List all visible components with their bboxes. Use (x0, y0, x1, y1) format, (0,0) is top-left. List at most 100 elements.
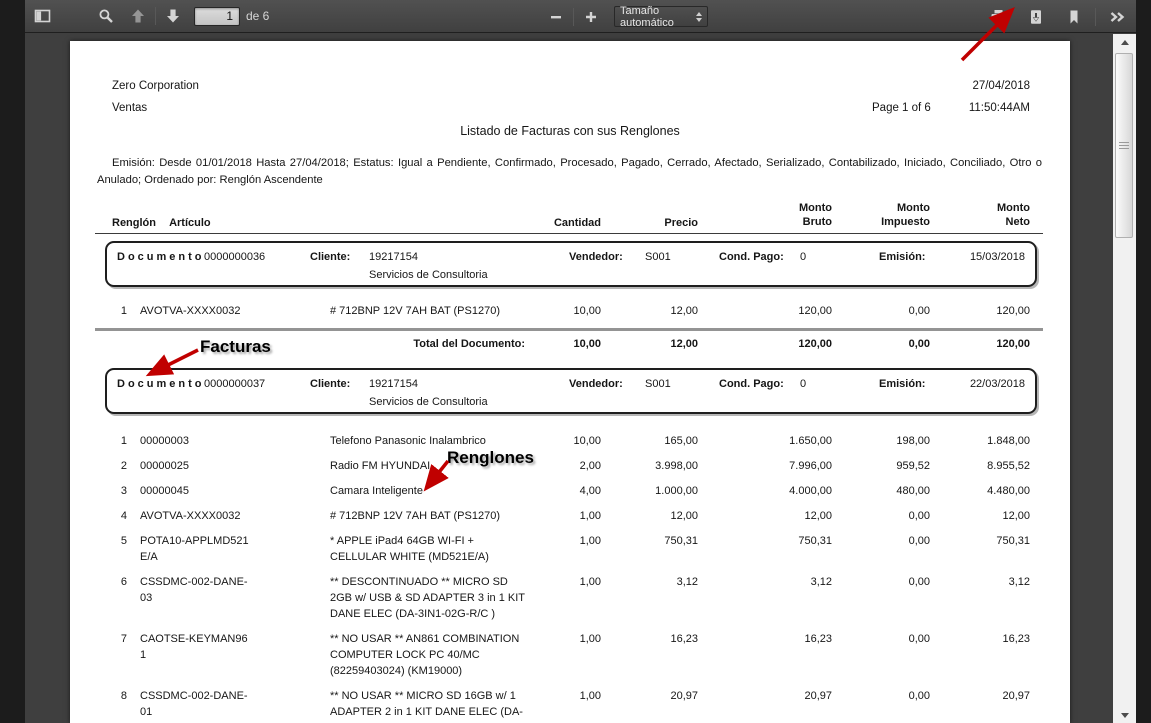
monto-neto-value: 3,12 (930, 574, 1030, 590)
plus-icon (583, 9, 599, 25)
download-icon (1028, 9, 1044, 25)
precio-value: 12,00 (601, 508, 698, 524)
search-icon (98, 8, 114, 24)
pdf-page: Zero Corporation 27/04/2018 Ventas Page … (70, 41, 1070, 723)
annotation-arrow-facturas (138, 343, 208, 383)
document-number: 0000000036 (204, 251, 265, 263)
monto-neto-value: 4.480,00 (930, 483, 1030, 499)
article-description: ** DESCONTINUADO ** MICRO SD 2GB w/ USB … (325, 574, 530, 622)
cliente-code: 19217154 (369, 378, 418, 390)
zoom-in-button[interactable] (578, 5, 604, 29)
previous-page-button[interactable] (125, 4, 151, 28)
sidebar-icon (34, 8, 51, 24)
cond-pago-value: 0 (800, 251, 806, 263)
monto-impuesto-value: 0,00 (832, 533, 930, 549)
column-header-renglon: Renglón (112, 217, 156, 229)
precio-value: 12,00 (601, 303, 698, 319)
scrollbar-grip-icon (1119, 145, 1129, 146)
column-header-monto-bruto: MontoBruto (698, 201, 832, 229)
monto-impuesto-value: 0,00 (832, 303, 930, 319)
arrow-up-icon (130, 8, 146, 24)
monto-impuesto-value: 0,00 (832, 688, 930, 704)
cliente-label: Cliente: (310, 251, 350, 263)
monto-impuesto-value: 480,00 (832, 483, 930, 499)
scrollbar-up-button[interactable] (1113, 34, 1136, 50)
bookmark-icon (1066, 9, 1082, 25)
report-title: Listado de Facturas con sus Renglones (70, 124, 1070, 138)
next-page-button[interactable] (160, 4, 186, 28)
vendedor-label: Vendedor: (569, 378, 623, 390)
monto-neto-value: 8.955,52 (930, 458, 1030, 474)
monto-bruto-value: 4.000,00 (698, 483, 832, 499)
table-row: 300000045Camara Inteligente4,001.000,004… (70, 483, 1070, 499)
total-monto-neto: 120,00 (930, 336, 1030, 352)
article-description: ** NO USAR ** MICRO SD 16GB w/ 1 ADAPTER… (325, 688, 530, 723)
precio-value: 20,97 (601, 688, 698, 704)
annotation-renglones-label: Renglones (447, 448, 534, 468)
monto-neto-value: 750,31 (930, 533, 1030, 549)
table-row: 100000003Telefono Panasonic Inalambrico1… (70, 433, 1070, 449)
monto-impuesto-value: 0,00 (832, 574, 930, 590)
window-edge-left (0, 0, 25, 723)
window-edge-right (1136, 0, 1151, 723)
scrollbar-down-button[interactable] (1113, 707, 1136, 723)
company-name: Zero Corporation (112, 75, 199, 97)
monto-bruto-value: 120,00 (698, 303, 832, 319)
zoom-select-value: Tamaño automático (620, 5, 696, 29)
table-row: 8CSSDMC-002-DANE-01** NO USAR ** MICRO S… (70, 688, 1070, 723)
annotation-facturas-label: Facturas (200, 337, 271, 357)
precio-value: 750,31 (601, 533, 698, 549)
row-number: 1 (90, 433, 127, 449)
precio-value: 3.998,00 (601, 458, 698, 474)
cantidad-value: 10,00 (530, 433, 601, 449)
select-arrows-icon (696, 12, 702, 22)
column-header-precio: Precio (601, 217, 698, 229)
toolbar-more-button[interactable] (1104, 5, 1130, 29)
download-button[interactable] (1023, 5, 1049, 29)
double-chevron-icon (1108, 9, 1126, 25)
page-number-input[interactable] (194, 7, 240, 26)
toolbar-separator (155, 7, 156, 25)
article-description: ** NO USAR ** AN861 COMBINATION COMPUTER… (325, 631, 530, 679)
vertical-scrollbar[interactable] (1113, 34, 1136, 723)
emision-label: Emisión: (879, 251, 925, 263)
vendedor-value: S001 (645, 251, 671, 263)
monto-neto-value: 12,00 (930, 508, 1030, 524)
cliente-name: Servicios de Consultoria (369, 396, 488, 408)
cantidad-value: 4,00 (530, 483, 601, 499)
article-description: # 712BNP 12V 7AH BAT (PS1270) (325, 303, 530, 319)
cliente-label: Cliente: (310, 378, 350, 390)
scroll-up-arrow-icon (1121, 40, 1129, 45)
zoom-select[interactable]: Tamaño automático (614, 6, 708, 27)
sidebar-toggle-button[interactable] (29, 4, 55, 28)
precio-value: 165,00 (601, 433, 698, 449)
cantidad-value: 1,00 (530, 688, 601, 704)
table-row: 5POTA10-APPLMD521E/A* APPLE iPad4 64GB W… (70, 533, 1070, 565)
monto-neto-value: 1.848,00 (930, 433, 1030, 449)
column-header-cantidad: Cantidad (530, 217, 601, 229)
row-number: 6 (90, 574, 127, 590)
column-header-articulo: Artículo (169, 217, 211, 229)
article-code: POTA10-APPLMD521E/A (127, 533, 325, 565)
total-precio: 12,00 (601, 336, 698, 352)
scrollbar-thumb[interactable] (1115, 53, 1133, 238)
emision-value: 22/03/2018 (970, 378, 1025, 390)
row-number: 5 (90, 533, 127, 549)
monto-neto-value: 16,23 (930, 631, 1030, 647)
row-number: 7 (90, 631, 127, 647)
article-code: 00000045 (127, 483, 325, 499)
cliente-name: Servicios de Consultoria (369, 269, 488, 281)
row-number: 4 (90, 508, 127, 524)
monto-bruto-value: 16,23 (698, 631, 832, 647)
row-number: 1 (90, 303, 127, 319)
table-row: 1AVOTVA-XXXX0032# 712BNP 12V 7AH BAT (PS… (70, 303, 1070, 319)
row-number: 3 (90, 483, 127, 499)
table-row: 4AVOTVA-XXXX0032# 712BNP 12V 7AH BAT (PS… (70, 508, 1070, 524)
column-header-monto-neto: MontoNeto (930, 201, 1030, 229)
precio-value: 1.000,00 (601, 483, 698, 499)
zoom-out-button[interactable] (543, 5, 569, 29)
toolbar-separator (573, 8, 574, 26)
row-number: 2 (90, 458, 127, 474)
bookmark-button[interactable] (1061, 5, 1087, 29)
find-button[interactable] (93, 4, 119, 28)
